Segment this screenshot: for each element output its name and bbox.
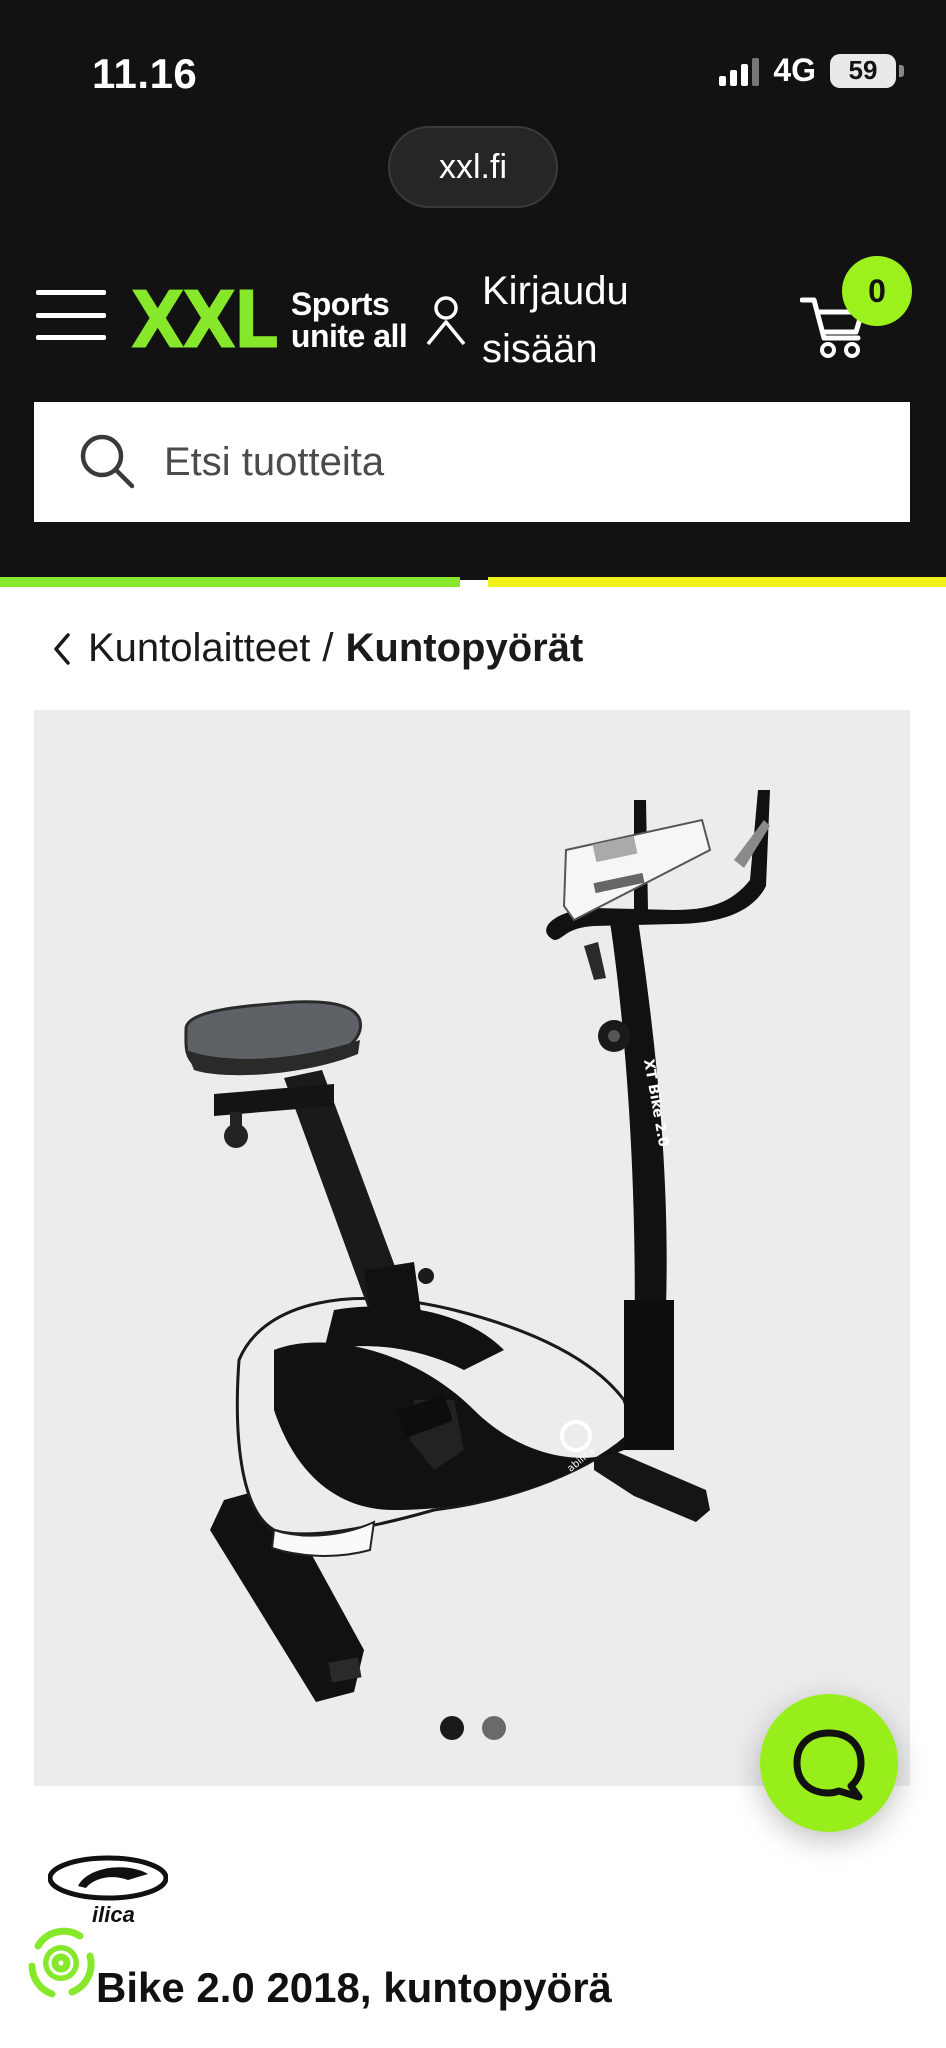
product-image: abilica XT Bike 2.0 [184, 790, 770, 1702]
nav-indicator-yellow [488, 577, 946, 587]
login-label: Kirjaudu sisään [482, 262, 629, 378]
site-header: 11.16 4G 59 xxl.fi XXL Sports unite all [0, 0, 946, 580]
tagline-line-2: unite all [290, 318, 408, 354]
page: 11.16 4G 59 xxl.fi XXL Sports unite all [0, 0, 946, 2048]
login-button[interactable]: Kirjaudu sisään [424, 262, 629, 378]
cart-count-badge: 0 [842, 256, 912, 326]
status-indicators: 4G 59 [719, 52, 904, 89]
chevron-left-icon [54, 632, 70, 665]
breadcrumb-current[interactable]: Kuntopyörät [346, 626, 584, 671]
login-line-2: sisään [482, 327, 598, 371]
tagline-line-1: Sports [290, 286, 390, 322]
signal-icon [719, 56, 760, 86]
logo-wordmark: XXL [130, 273, 279, 367]
address-bar[interactable]: xxl.fi [388, 126, 558, 208]
search-input[interactable]: Etsi tuotteita [34, 402, 910, 522]
xxl-logo[interactable]: XXL Sports unite all [130, 274, 408, 366]
search-icon [80, 434, 135, 489]
logo-tagline: Sports unite all [290, 286, 408, 354]
breadcrumb-back-link[interactable]: Kuntolaitteet [48, 626, 310, 671]
product-title: Bike 2.0 2018, kuntopyörä [96, 1964, 612, 2011]
gallery-dot-2[interactable] [482, 1716, 506, 1740]
user-icon [426, 296, 466, 346]
network-type: 4G [773, 52, 816, 88]
recycle-bike-icon[interactable] [20, 1922, 102, 2004]
battery-icon: 59 [830, 53, 904, 88]
product-image-gallery[interactable]: abilica XT Bike 2.0 [34, 710, 910, 1786]
gallery-dot-1[interactable] [440, 1716, 464, 1740]
login-line-1: Kirjaudu [482, 269, 629, 313]
nav-indicator-green [0, 577, 460, 587]
search-placeholder: Etsi tuotteita [164, 439, 385, 484]
battery-level: 59 [848, 55, 878, 85]
chat-button[interactable] [760, 1694, 898, 1832]
menu-icon[interactable] [36, 290, 106, 340]
status-time: 11.16 [92, 50, 198, 97]
breadcrumb: Kuntolaitteet / Kuntopyörät [48, 626, 583, 671]
chat-icon [793, 1729, 865, 1801]
cart-button[interactable]: 0 [800, 256, 930, 366]
url-text: xxl.fi [439, 147, 507, 186]
breadcrumb-separator: / [322, 626, 334, 670]
breadcrumb-parent: Kuntolaitteet [88, 626, 311, 670]
